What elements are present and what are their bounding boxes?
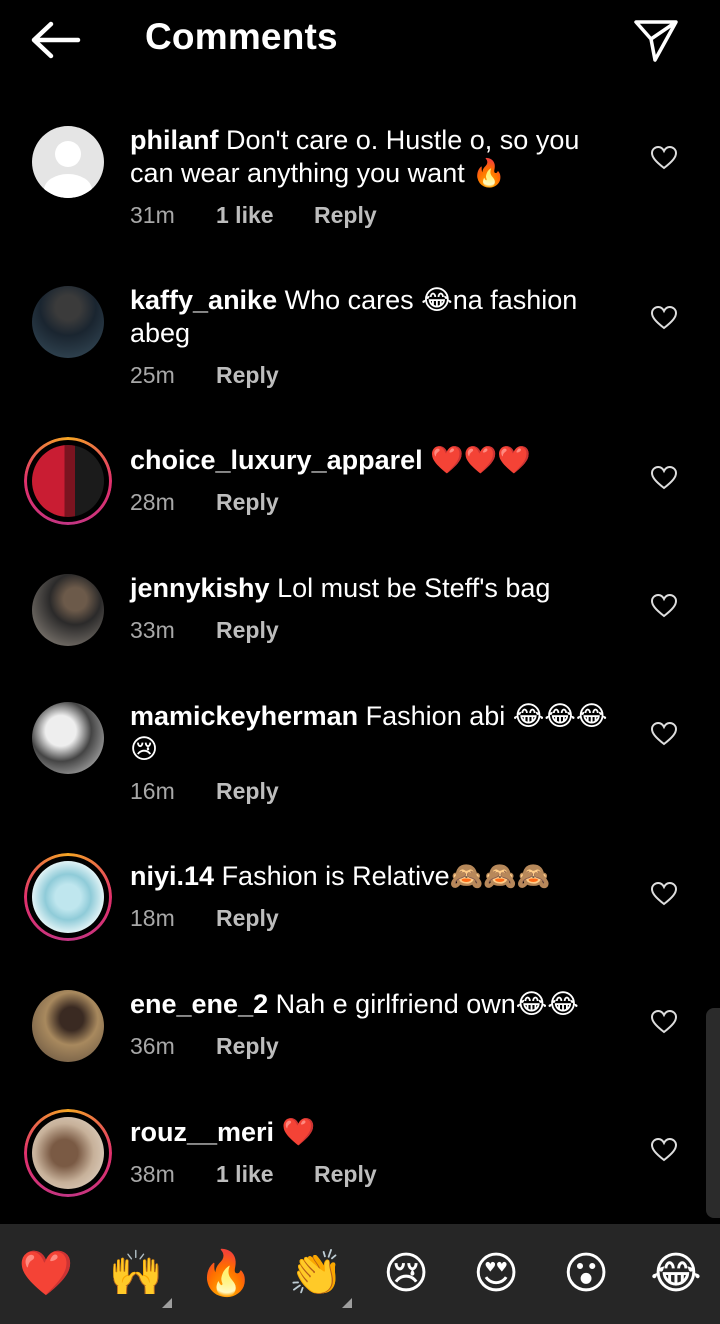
reply-button[interactable]: Reply [216,1033,279,1060]
comment-time: 28m [130,489,175,515]
comment-time: 36m [130,1033,175,1059]
skin-tone-indicator-icon [342,1298,352,1308]
emoji-surprised-button[interactable]: 😮 [556,1246,616,1302]
avatar-story-ring[interactable] [24,1109,112,1197]
heart-outline-icon[interactable] [651,146,677,170]
emoji-raised-hands-button[interactable]: 🙌 [106,1246,166,1302]
avatar[interactable] [32,126,104,198]
emoji-laughing-button[interactable]: 😂 [646,1246,706,1302]
reply-button[interactable]: Reply [216,905,279,932]
heart-outline-icon[interactable] [651,882,677,906]
reply-button[interactable]: Reply [216,489,279,516]
comment-username[interactable]: rouz__meri [130,1117,274,1147]
emoji-crying-button[interactable]: 😢 [376,1246,436,1302]
comment-username[interactable]: philanf [130,125,219,155]
comment-text: ❤️❤️❤️ [430,445,532,475]
comment-time: 25m [130,362,175,388]
likes-count[interactable]: 1 like [216,1161,314,1188]
heart-outline-icon[interactable] [651,1138,677,1162]
comment-text: ❤️ [281,1117,316,1147]
comment-time: 38m [130,1161,175,1187]
comment-time: 31m [130,202,175,228]
avatar[interactable] [32,574,104,646]
heart-outline-icon[interactable] [651,1010,677,1034]
emoji-heart-button[interactable]: ❤️ [16,1246,76,1302]
heart-outline-icon[interactable] [651,722,677,746]
reply-button[interactable]: Reply [314,202,377,229]
skin-tone-indicator-icon [162,1298,172,1308]
avatar[interactable] [32,286,104,358]
comment-username[interactable]: niyi.14 [130,861,214,891]
emoji-quick-bar: ❤️ 🙌 🔥 👏 😢 😍 😮 😂 [0,1224,720,1324]
heart-outline-icon[interactable] [651,466,677,490]
avatar[interactable] [32,702,104,774]
comment-username[interactable]: kaffy_anike [130,285,277,315]
heart-outline-icon[interactable] [651,594,677,618]
emoji-clap-button[interactable]: 👏 [286,1246,346,1302]
likes-count[interactable]: 1 like [216,202,314,229]
scrollbar[interactable] [706,1008,720,1218]
reply-button[interactable]: Reply [314,1161,377,1188]
arrow-left-icon[interactable] [30,20,82,60]
comment-text: Lol must be Steff's bag [277,573,551,603]
comment-time: 16m [130,778,175,804]
comment-username[interactable]: choice_luxury_apparel [130,445,423,475]
emoji-heart-eyes-button[interactable]: 😍 [466,1246,526,1302]
comment-time: 33m [130,617,175,643]
avatar[interactable] [32,990,104,1062]
comment-text: Fashion is Relative🙈🙈🙈 [221,861,551,891]
emoji-fire-button[interactable]: 🔥 [196,1246,256,1302]
reply-button[interactable]: Reply [216,778,279,805]
avatar-story-ring[interactable] [24,437,112,525]
page-title: Comments [145,16,338,57]
comment-username[interactable]: ene_ene_2 [130,989,268,1019]
paper-plane-icon[interactable] [632,16,680,64]
comment-text: Nah e girlfriend own😂😂 [275,989,579,1019]
comment-username[interactable]: mamickeyherman [130,701,358,731]
avatar-story-ring[interactable] [24,853,112,941]
comment-username[interactable]: jennykishy [130,573,270,603]
header: Comments [0,0,720,80]
heart-outline-icon[interactable] [651,306,677,330]
reply-button[interactable]: Reply [216,362,279,389]
reply-button[interactable]: Reply [216,617,279,644]
comment-time: 18m [130,905,175,931]
